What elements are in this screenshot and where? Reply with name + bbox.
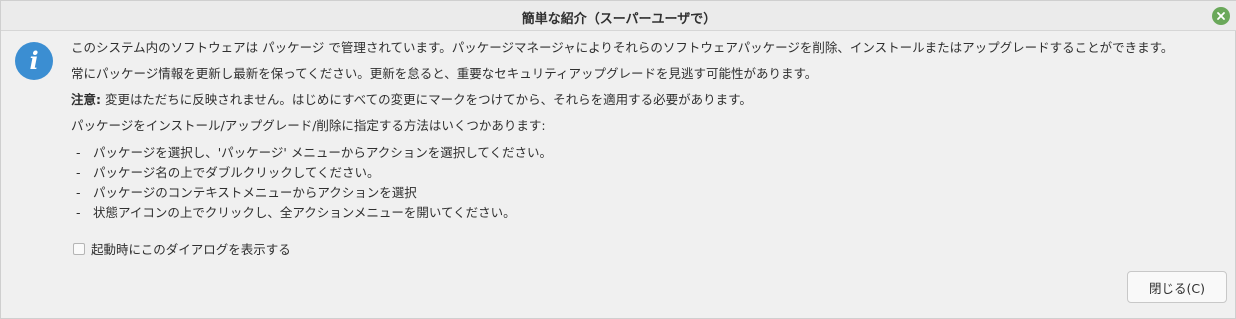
close-window-button[interactable] [1212, 7, 1230, 25]
note-label: 注意: [71, 92, 101, 107]
list-item: - 状態アイコンの上でクリックし、全アクションメニューを開いてください。 [76, 205, 516, 220]
list-item: - パッケージを選択し、'パッケージ' メニューからアクションを選択してください。 [76, 145, 552, 160]
svg-text:i: i [29, 46, 38, 75]
show-on-startup-label: 起動時にこのダイアログを表示する [91, 242, 291, 257]
update-paragraph: 常にパッケージ情報を更新し最新を保ってください。更新を怠ると、重要なセキュリティ… [71, 66, 818, 81]
window-title: 簡単な紹介（スーパーユーザで） [521, 12, 717, 27]
show-on-startup-checkbox[interactable] [73, 242, 85, 255]
info-icon: i [15, 42, 53, 80]
note-text: 変更はただちに反映されません。はじめにすべての変更にマークをつけてから、それらを… [101, 92, 752, 107]
list-item: - パッケージのコンテキストメニューからアクションを選択 [76, 185, 417, 200]
close-button[interactable]: 閉じる(C) [1127, 271, 1227, 303]
close-icon [1217, 12, 1225, 20]
list-item: - パッケージ名の上でダブルクリックしてください。 [76, 165, 380, 180]
titlebar: 簡単な紹介（スーパーユーザで） [1, 1, 1236, 31]
methods-intro: パッケージをインストール/アップグレード/削除に指定する方法はいくつかあります: [71, 118, 546, 133]
note-paragraph: 注意: 変更はただちに反映されません。はじめにすべての変更にマークをつけてから、… [71, 91, 1231, 108]
show-on-startup-option[interactable]: 起動時にこのダイアログを表示する [73, 239, 291, 258]
message-body: このシステム内のソフトウェアは パッケージ で管理されています。パッケージマネー… [71, 39, 1231, 224]
intro-dialog: 簡単な紹介（スーパーユーザで） i このシステム内のソフトウェアは パッケージ … [0, 0, 1236, 319]
intro-paragraph: このシステム内のソフトウェアは パッケージ で管理されています。パッケージマネー… [71, 40, 1174, 55]
methods-list: - パッケージを選択し、'パッケージ' メニューからアクションを選択してください。… [71, 144, 1231, 221]
